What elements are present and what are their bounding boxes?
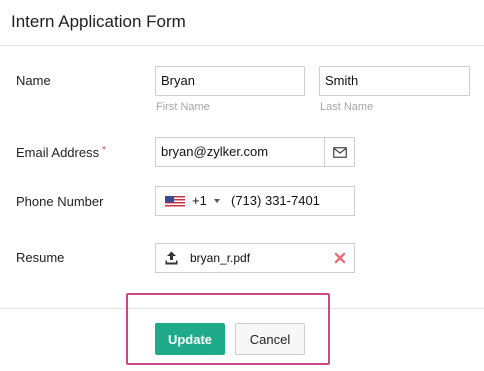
email-icon-button[interactable] [324,137,355,167]
us-flag-icon[interactable] [165,196,185,208]
resume-label: Resume [16,250,65,265]
cancel-button[interactable]: Cancel [235,323,305,355]
last-name-sublabel: Last Name [320,101,374,113]
last-name-input[interactable]: Smith [319,66,470,96]
first-name-sublabel: First Name [156,101,210,113]
name-label: Name [16,73,51,88]
resume-file-field[interactable]: bryan_r.pdf [155,243,355,273]
update-button[interactable]: Update [155,323,225,355]
email-value: bryan@zylker.com [161,144,269,159]
page-title: Intern Application Form [11,12,186,31]
form-header: Intern Application Form [0,0,484,46]
upload-icon [165,251,178,265]
email-label-text: Email Address [16,145,100,160]
dial-code[interactable]: +1 [192,187,207,215]
phone-field[interactable]: +1 (713) 331-7401 [155,186,355,216]
phone-label: Phone Number [16,194,104,209]
required-marker: * [102,145,106,156]
resume-file-name: bryan_r.pdf [190,251,251,265]
first-name-input[interactable]: Bryan [155,66,305,96]
chevron-down-icon[interactable] [214,199,220,203]
envelope-icon [333,146,347,158]
email-label: Email Address * [16,145,106,160]
close-icon[interactable] [334,252,346,264]
phone-input[interactable]: (713) 331-7401 [231,187,320,215]
